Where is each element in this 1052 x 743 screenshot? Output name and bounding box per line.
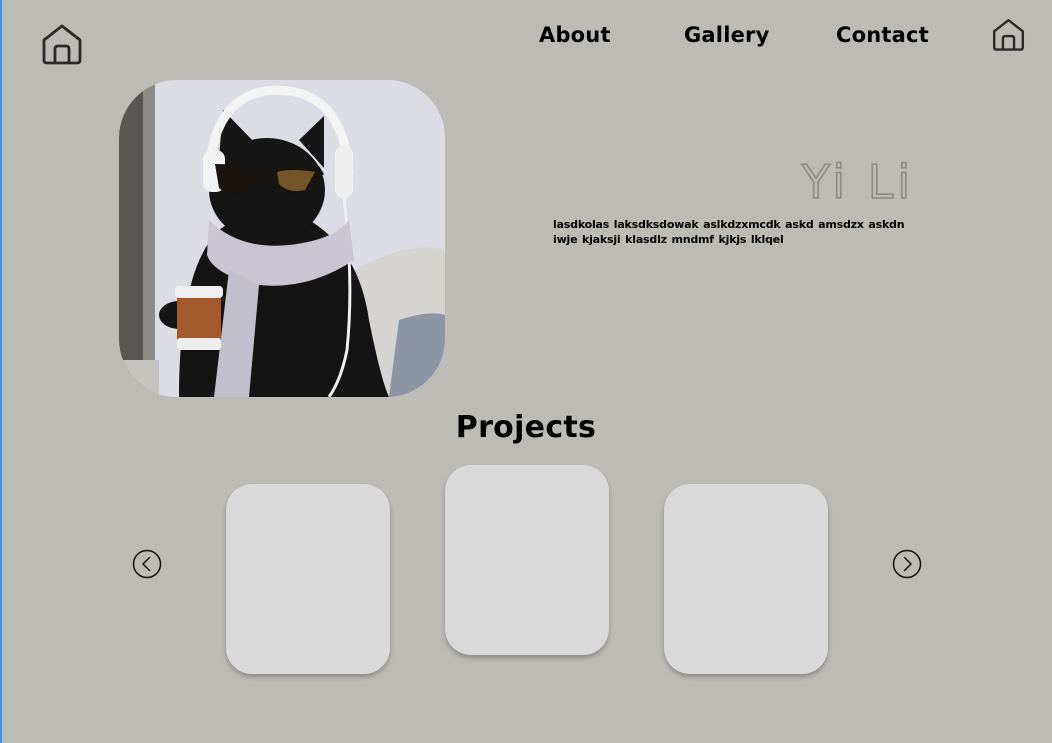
bio-text: lasdkolas laksdksdowak aslkdzxmcdk askd … [553,218,905,246]
project-card[interactable] [445,465,609,655]
nav-link-about[interactable]: About [539,23,611,47]
nav-link-gallery[interactable]: Gallery [684,23,770,47]
chevron-left-icon[interactable] [132,549,162,579]
project-card[interactable] [226,484,390,674]
chevron-right-icon[interactable] [892,549,922,579]
home-icon[interactable] [40,22,84,66]
name-text: Yi Li [801,155,914,208]
profile-photo [119,80,445,397]
projects-title: Projects [455,410,597,445]
cat-photo-illustration [119,80,445,397]
home-icon[interactable] [991,17,1026,52]
project-card[interactable] [664,484,828,674]
window-edge [0,0,2,743]
nav-link-contact[interactable]: Contact [836,23,929,47]
name-title: Yi Li [800,154,914,208]
